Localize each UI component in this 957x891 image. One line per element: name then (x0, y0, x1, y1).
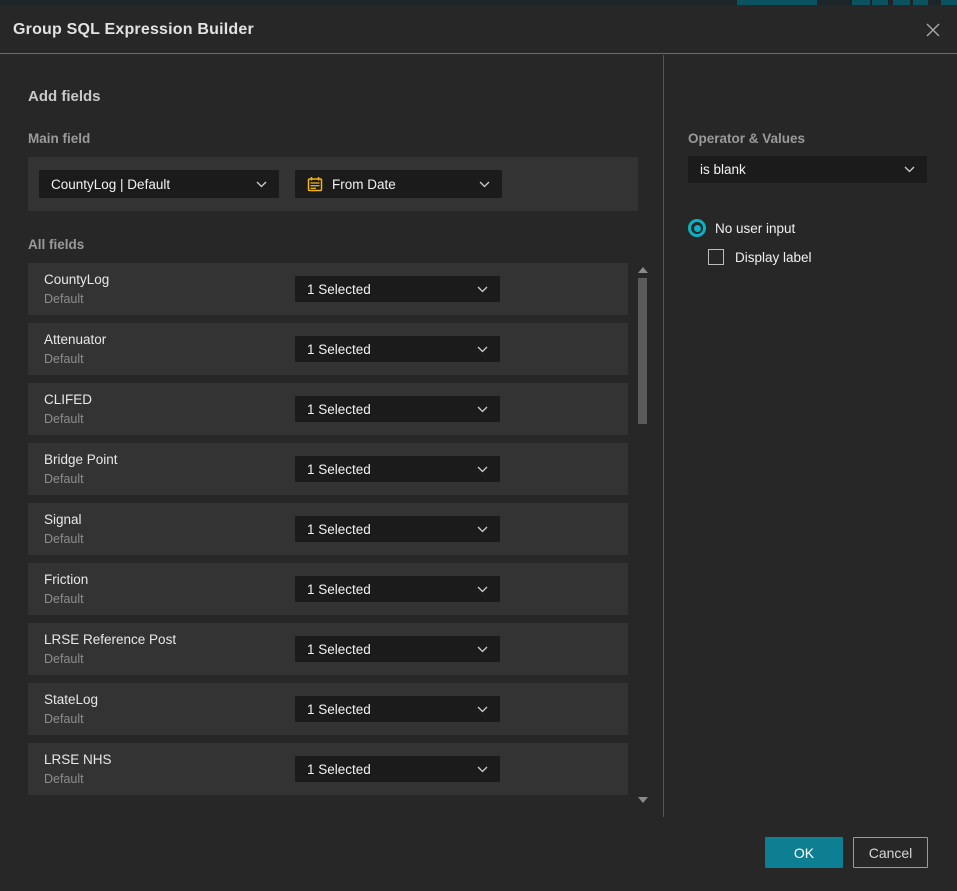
main-field-field-dropdown[interactable]: From Date (295, 170, 502, 198)
radio-selected-icon (688, 219, 706, 237)
field-selection-value: 1 Selected (307, 642, 371, 657)
field-selection-value: 1 Selected (307, 402, 371, 417)
field-type: Default (44, 352, 84, 366)
main-field-source-dropdown[interactable]: CountyLog | Default (39, 170, 279, 198)
list-scrollbar[interactable] (636, 263, 650, 803)
field-selection-dropdown[interactable]: 1 Selected (295, 276, 500, 302)
chevron-down-icon (477, 766, 488, 773)
field-selection-value: 1 Selected (307, 342, 371, 357)
operator-value: is blank (700, 162, 746, 177)
field-selection-value: 1 Selected (307, 762, 371, 777)
chevron-down-icon (477, 466, 488, 473)
field-name: Attenuator (44, 332, 106, 347)
close-icon[interactable] (923, 20, 943, 40)
display-label-checkbox[interactable]: Display label (708, 249, 812, 265)
scroll-up-icon[interactable] (638, 267, 648, 273)
chevron-down-icon (477, 586, 488, 593)
field-selection-value: 1 Selected (307, 582, 371, 597)
field-selection-value: 1 Selected (307, 522, 371, 537)
field-name: Bridge Point (44, 452, 118, 467)
field-type: Default (44, 712, 84, 726)
field-selection-dropdown[interactable]: 1 Selected (295, 516, 500, 542)
main-field-panel: CountyLog | Default From Date (28, 157, 638, 211)
field-row: Friction Default 1 Selected (28, 563, 628, 615)
field-type: Default (44, 532, 84, 546)
field-type: Default (44, 652, 84, 666)
calendar-icon (307, 176, 323, 192)
main-field-field-value: From Date (332, 177, 396, 192)
chevron-down-icon (479, 181, 490, 188)
operator-values-heading: Operator & Values (688, 131, 805, 146)
chevron-down-icon (477, 286, 488, 293)
screen: Group SQL Expression Builder Add fields … (0, 0, 957, 891)
chevron-down-icon (904, 166, 915, 173)
field-type: Default (44, 772, 84, 786)
field-name: LRSE NHS (44, 752, 112, 767)
field-selection-dropdown[interactable]: 1 Selected (295, 636, 500, 662)
field-selection-dropdown[interactable]: 1 Selected (295, 456, 500, 482)
group-sql-expression-builder-dialog: Group SQL Expression Builder Add fields … (0, 5, 957, 891)
field-row: Attenuator Default 1 Selected (28, 323, 628, 375)
ok-button[interactable]: OK (765, 837, 843, 868)
main-field-label: Main field (28, 131, 90, 146)
field-selection-value: 1 Selected (307, 702, 371, 717)
chevron-down-icon (477, 406, 488, 413)
field-selection-value: 1 Selected (307, 282, 371, 297)
chevron-down-icon (477, 526, 488, 533)
field-name: LRSE Reference Post (44, 632, 176, 647)
field-row: StateLog Default 1 Selected (28, 683, 628, 735)
no-user-input-radio[interactable]: No user input (688, 219, 795, 237)
no-user-input-label: No user input (715, 221, 795, 236)
field-selection-dropdown[interactable]: 1 Selected (295, 396, 500, 422)
field-name: StateLog (44, 692, 98, 707)
scrollbar-thumb[interactable] (638, 278, 647, 424)
field-selection-dropdown[interactable]: 1 Selected (295, 576, 500, 602)
scroll-down-icon[interactable] (638, 797, 648, 803)
chevron-down-icon (477, 346, 488, 353)
dialog-title: Group SQL Expression Builder (13, 5, 254, 54)
field-selection-dropdown[interactable]: 1 Selected (295, 756, 500, 782)
field-row: LRSE Reference Post Default 1 Selected (28, 623, 628, 675)
chevron-down-icon (477, 706, 488, 713)
operator-dropdown[interactable]: is blank (688, 156, 927, 183)
display-label-text: Display label (735, 250, 812, 265)
field-type: Default (44, 412, 84, 426)
chevron-down-icon (477, 646, 488, 653)
checkbox-unchecked-icon (708, 249, 724, 265)
field-name: Signal (44, 512, 82, 527)
vertical-divider (663, 55, 664, 817)
field-type: Default (44, 292, 84, 306)
dialog-header: Group SQL Expression Builder (0, 5, 957, 54)
main-field-source-value: CountyLog | Default (51, 177, 170, 192)
cancel-button[interactable]: Cancel (853, 837, 928, 868)
field-name: CLIFED (44, 392, 92, 407)
field-name: Friction (44, 572, 88, 587)
chevron-down-icon (256, 181, 267, 188)
field-row: CountyLog Default 1 Selected (28, 263, 628, 315)
field-type: Default (44, 592, 84, 606)
field-row: Bridge Point Default 1 Selected (28, 443, 628, 495)
field-row: Signal Default 1 Selected (28, 503, 628, 555)
field-selection-value: 1 Selected (307, 462, 371, 477)
all-fields-label: All fields (28, 237, 84, 252)
field-selection-dropdown[interactable]: 1 Selected (295, 336, 500, 362)
field-name: CountyLog (44, 272, 109, 287)
add-fields-heading: Add fields (28, 88, 101, 105)
field-row: CLIFED Default 1 Selected (28, 383, 628, 435)
field-type: Default (44, 472, 84, 486)
all-fields-list: CountyLog Default 1 Selected Attenuator … (28, 263, 628, 803)
field-selection-dropdown[interactable]: 1 Selected (295, 696, 500, 722)
field-row: LRSE NHS Default 1 Selected (28, 743, 628, 795)
